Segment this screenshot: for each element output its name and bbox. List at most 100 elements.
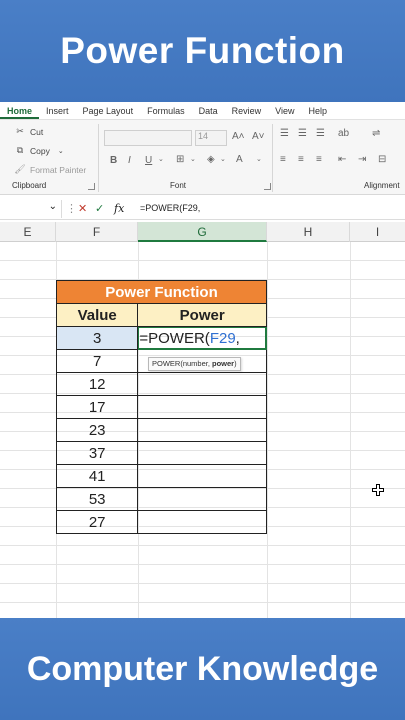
tab-home[interactable]: Home: [0, 106, 40, 119]
value-cell[interactable]: 23: [55, 418, 139, 442]
name-box[interactable]: ⌄: [0, 200, 62, 218]
cell-reference: F29: [209, 329, 236, 347]
table-row: 41: [55, 464, 267, 488]
confirm-icon[interactable]: ✓: [95, 202, 104, 215]
chevron-down-icon[interactable]: ⌄: [58, 147, 64, 155]
align-center-icon[interactable]: ≡: [298, 154, 304, 165]
shrink-font-icon[interactable]: A˅: [252, 131, 265, 142]
value-cell[interactable]: 37: [55, 441, 139, 465]
power-cell[interactable]: [137, 418, 267, 442]
chevron-down-icon[interactable]: ⌄: [190, 155, 196, 163]
chevron-down-icon[interactable]: ⌄: [220, 155, 226, 163]
fill-color-icon[interactable]: ◈: [207, 154, 215, 165]
bold-button[interactable]: B: [110, 155, 117, 166]
insert-function-icon[interactable]: fx: [114, 202, 124, 215]
value-cell[interactable]: 53: [55, 487, 139, 511]
table-title[interactable]: Power Function: [56, 280, 267, 304]
value-cell[interactable]: 27: [55, 510, 139, 534]
power-cell[interactable]: [137, 464, 267, 488]
tab-insert[interactable]: Insert: [39, 106, 76, 119]
scissors-icon: ✂: [16, 126, 24, 136]
wrap-text-icon[interactable]: ⇌: [372, 128, 380, 139]
copy-icon: ⧉: [16, 145, 24, 155]
power-cell[interactable]: [137, 395, 267, 419]
copy-button[interactable]: ⧉ Copy ⌄: [14, 145, 64, 156]
banner-footer-text: Computer Knowledge: [26, 649, 379, 688]
font-size-select[interactable]: 14: [195, 130, 227, 146]
tab-help[interactable]: Help: [301, 106, 334, 119]
power-cell[interactable]: [137, 510, 267, 534]
align-right-icon[interactable]: ≡: [316, 154, 322, 165]
header-value[interactable]: Value: [55, 303, 139, 327]
cancel-icon[interactable]: ✕: [78, 202, 87, 215]
ribbon-tabs: Home Insert Page Layout Formulas Data Re…: [0, 102, 405, 120]
borders-icon[interactable]: ⊞: [176, 154, 184, 165]
editing-cell[interactable]: =POWER(F29,: [137, 326, 267, 350]
font-size-value: 14: [198, 131, 209, 141]
header-power[interactable]: Power: [137, 303, 267, 327]
align-bottom-icon[interactable]: ☰: [316, 128, 325, 139]
value-cell[interactable]: 3: [55, 326, 139, 350]
format-painter-button[interactable]: 🖌 Format Painter: [14, 164, 86, 175]
top-banner: Power Function: [0, 0, 405, 102]
format-painter-label: Format Painter: [30, 164, 87, 175]
tooltip-suffix: ): [234, 359, 237, 368]
table-row: 3 =POWER(F29,: [55, 326, 267, 350]
clipboard-launcher-icon[interactable]: [88, 183, 95, 190]
value-cell[interactable]: 7: [55, 349, 139, 373]
tab-view[interactable]: View: [268, 106, 301, 119]
chevron-down-icon[interactable]: ⌄: [256, 155, 262, 163]
tooltip-active-arg: power: [212, 359, 235, 368]
tab-data[interactable]: Data: [192, 106, 225, 119]
chevron-down-icon[interactable]: ⌄: [49, 201, 57, 212]
cut-button[interactable]: ✂ Cut: [14, 126, 43, 137]
align-middle-icon[interactable]: ☰: [298, 128, 307, 139]
align-left-icon[interactable]: ≡: [280, 154, 286, 165]
underline-button[interactable]: U: [145, 155, 152, 166]
table-row: 23: [55, 418, 267, 442]
value-cell[interactable]: 17: [55, 395, 139, 419]
column-header-h[interactable]: H: [267, 222, 350, 242]
font-launcher-icon[interactable]: [264, 183, 271, 190]
alignment-group-label: Alignment: [364, 181, 400, 190]
power-function-table: Power Function Value Power 3 =POWER(F29,…: [55, 280, 267, 534]
column-header-e[interactable]: E: [0, 222, 56, 242]
value-cell[interactable]: 41: [55, 464, 139, 488]
column-header-i[interactable]: I: [350, 222, 405, 242]
tab-review[interactable]: Review: [225, 106, 269, 119]
power-cell[interactable]: [137, 441, 267, 465]
increase-indent-icon[interactable]: ⇥: [358, 154, 366, 165]
formula-suffix: ,: [235, 329, 240, 347]
column-header-g[interactable]: G: [138, 222, 267, 242]
formula-bar: ⌄ ⋮ ✕ ✓ fx =POWER(F29,: [0, 198, 405, 220]
copy-label: Copy: [30, 145, 50, 156]
italic-button[interactable]: I: [128, 155, 131, 166]
tooltip-prefix: POWER(number,: [152, 359, 213, 368]
merge-center-icon[interactable]: ⊟: [378, 154, 386, 165]
font-color-icon[interactable]: A: [236, 154, 243, 165]
more-options-icon[interactable]: ⋮: [66, 202, 77, 215]
chevron-down-icon[interactable]: ⌄: [158, 155, 164, 163]
align-top-icon[interactable]: ☰: [280, 128, 289, 139]
ribbon: ✂ Cut ⧉ Copy ⌄ 🖌 Format Painter Clipboar…: [0, 120, 405, 195]
grow-font-icon[interactable]: A˄: [232, 131, 245, 142]
font-name-select[interactable]: [104, 130, 192, 146]
cut-label: Cut: [30, 126, 44, 137]
formula-input[interactable]: =POWER(F29,: [140, 203, 200, 213]
font-group-label: Font: [170, 181, 187, 190]
bottom-banner: Computer Knowledge: [0, 618, 405, 720]
orientation-icon[interactable]: ab: [338, 128, 349, 139]
column-header-f[interactable]: F: [56, 222, 138, 242]
power-cell[interactable]: [137, 372, 267, 396]
function-tooltip: POWER(number, power): [148, 357, 241, 371]
table-row: 27: [55, 510, 267, 534]
decrease-indent-icon[interactable]: ⇤: [338, 154, 346, 165]
table-header-row: Value Power: [55, 303, 267, 327]
tab-page-layout[interactable]: Page Layout: [76, 106, 141, 119]
table-row: 12: [55, 372, 267, 396]
table-row: 17: [55, 395, 267, 419]
power-cell[interactable]: [137, 487, 267, 511]
divider: [98, 124, 99, 192]
value-cell[interactable]: 12: [55, 372, 139, 396]
tab-formulas[interactable]: Formulas: [140, 106, 192, 119]
